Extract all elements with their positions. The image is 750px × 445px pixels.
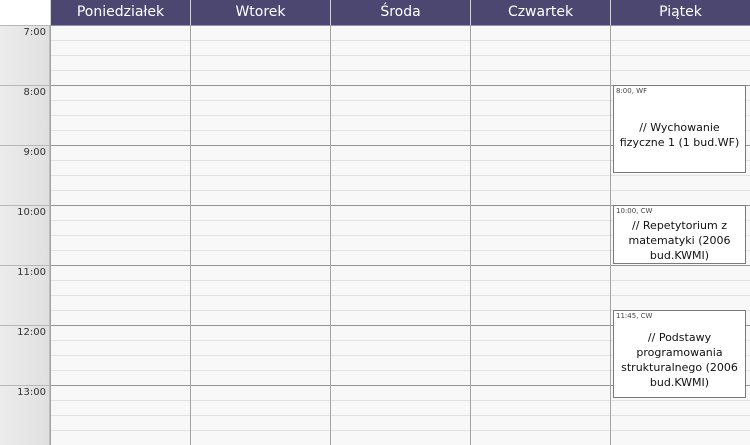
hour-divider [0, 145, 50, 146]
column-divider [190, 25, 191, 445]
event-card-wychowanie-fizyczne[interactable]: 8:00, WF // Wychowanie fizyczne 1 (1 bud… [613, 85, 746, 173]
hour-divider [0, 85, 50, 86]
event-title: // Podstawy programowania strukturalnego… [621, 331, 738, 389]
event-time-room: 8:00, WF [616, 87, 648, 95]
hour-label-11: 11:00 [17, 267, 46, 278]
event-card-repetytorium[interactable]: 10:00, CW // Repetytorium z matematyki (… [613, 205, 746, 264]
hour-divider [0, 205, 50, 206]
hour-divider [0, 325, 50, 326]
event-time-room: 10:00, CW [616, 207, 653, 215]
time-column: 7:00 8:00 9:00 10:00 11:00 12:00 13:00 [0, 25, 50, 445]
hour-label-12: 12:00 [17, 327, 46, 338]
hour-divider [0, 25, 50, 26]
calendar-header: Poniedziałek Wtorek Środa Czwartek Piąte… [0, 0, 750, 25]
header-corner [0, 0, 50, 25]
column-divider [610, 25, 611, 445]
day-header-monday[interactable]: Poniedziałek [50, 0, 190, 25]
hour-divider [0, 265, 50, 266]
hour-label-8: 8:00 [23, 87, 46, 98]
hour-label-13: 13:00 [17, 387, 46, 398]
day-header-friday[interactable]: Piątek [610, 0, 750, 25]
event-card-podstawy-programowania[interactable]: 11:45, CW // Podstawy programowania stru… [613, 310, 746, 398]
hour-label-10: 10:00 [17, 207, 46, 218]
event-title: // Wychowanie fizyczne 1 (1 bud.WF) [619, 121, 740, 149]
day-header-tuesday[interactable]: Wtorek [190, 0, 330, 25]
column-divider [50, 25, 51, 445]
day-header-wednesday[interactable]: Środa [330, 0, 470, 25]
column-divider [470, 25, 471, 445]
day-header-thursday[interactable]: Czwartek [470, 0, 610, 25]
hour-divider [0, 385, 50, 386]
event-title: // Repetytorium z matematyki (2006 bud.K… [628, 219, 731, 262]
column-divider [330, 25, 331, 445]
hour-label-7: 7:00 [23, 27, 46, 38]
hour-label-9: 9:00 [23, 147, 46, 158]
event-time-room: 11:45, CW [616, 312, 653, 320]
